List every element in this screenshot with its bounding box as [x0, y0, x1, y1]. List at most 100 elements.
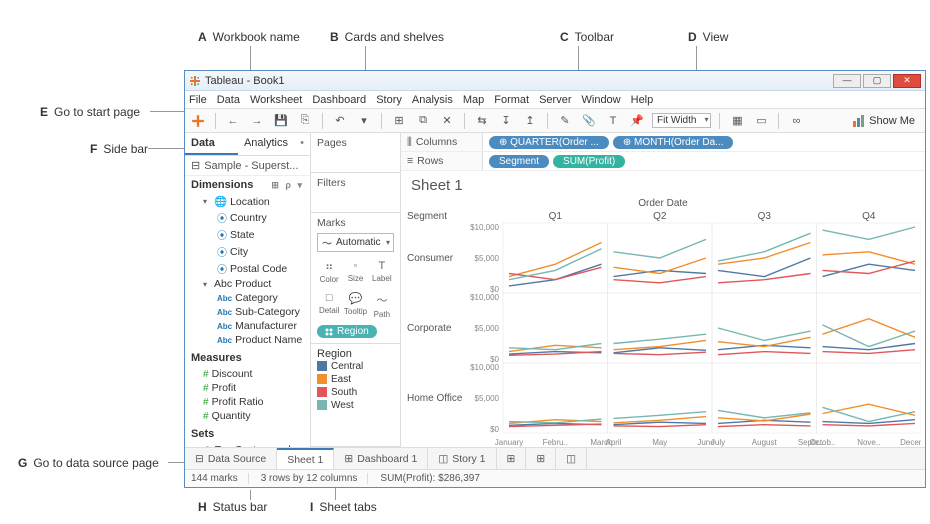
- dimensions-tools-icon[interactable]: ⊞ ρ ▾: [271, 180, 304, 191]
- new-datasource-icon[interactable]: ⎘: [296, 112, 314, 130]
- menu-data[interactable]: Data: [217, 94, 240, 106]
- pin-icon[interactable]: 📌: [628, 112, 646, 130]
- tab-data[interactable]: Data: [185, 133, 238, 155]
- field-item[interactable]: #Profit Ratio: [189, 395, 310, 409]
- labels-icon[interactable]: T: [604, 112, 622, 130]
- color-pill-region[interactable]: Region: [317, 325, 377, 338]
- start-page-icon[interactable]: [189, 112, 207, 130]
- marks-prop-label[interactable]: TLabel: [370, 256, 394, 286]
- undo-icon[interactable]: ↶: [331, 112, 349, 130]
- dim-field[interactable]: ⦿City: [189, 243, 310, 260]
- status-dims: 3 rows by 12 columns: [261, 473, 369, 484]
- svg-text:$5,000: $5,000: [475, 394, 500, 403]
- toolbar: ← → 💾 ⎘ ↶ ▾ ⊞ ⧉ ✕ ⇆ ↧ ↥ ✎ 📎 T 📌 Fit Widt…: [185, 109, 925, 133]
- menu-file[interactable]: File: [189, 94, 207, 106]
- dim-field[interactable]: AbcSub-Category: [189, 305, 310, 319]
- dim-field[interactable]: AbcProduct Name: [189, 333, 310, 347]
- minimize-button[interactable]: —: [833, 74, 861, 88]
- new-dashboard-button[interactable]: ⊞: [526, 448, 556, 469]
- new-sheet-button[interactable]: ⊞: [497, 448, 527, 469]
- menu-dashboard[interactable]: Dashboard: [312, 94, 366, 106]
- legend-item[interactable]: Central: [317, 360, 394, 373]
- maximize-button[interactable]: ▢: [863, 74, 891, 88]
- svg-text:$10,000: $10,000: [470, 223, 499, 232]
- svg-text:Q1: Q1: [549, 211, 563, 222]
- datasource-row[interactable]: ⊟ Sample - Superst...: [185, 156, 310, 176]
- dim-group[interactable]: ▾🌐Location: [189, 194, 310, 209]
- share-icon[interactable]: ∞: [787, 112, 805, 130]
- clear-icon[interactable]: ✕: [438, 112, 456, 130]
- story-tab[interactable]: ◫Story 1: [428, 448, 496, 469]
- annot-e: Go to start page: [54, 105, 140, 119]
- story-icon: ◫: [438, 453, 448, 465]
- row-pill[interactable]: SUM(Profit): [553, 155, 625, 168]
- dim-field[interactable]: AbcCategory: [189, 291, 310, 305]
- chart-canvas: Q1Q2Q3Q4SegmentConsumer$0$5,000$10,000Co…: [401, 209, 921, 447]
- back-icon[interactable]: ←: [224, 112, 242, 130]
- group-icon[interactable]: 📎: [580, 112, 598, 130]
- sort-desc-icon[interactable]: ↥: [521, 112, 539, 130]
- menu-server[interactable]: Server: [539, 94, 571, 106]
- menu-help[interactable]: Help: [631, 94, 654, 106]
- svg-text:Q4: Q4: [862, 211, 876, 222]
- legend-item[interactable]: East: [317, 373, 394, 386]
- marks-type-selector[interactable]: 〜Automatic: [317, 233, 394, 252]
- dim-group[interactable]: ▾AbcProduct: [189, 277, 310, 291]
- swap-icon[interactable]: ⇆: [473, 112, 491, 130]
- highlight-icon[interactable]: ✎: [556, 112, 574, 130]
- svg-text:$5,000: $5,000: [475, 324, 500, 333]
- datasource-icon: ⊟: [191, 159, 200, 172]
- menu-worksheet[interactable]: Worksheet: [250, 94, 302, 106]
- showme-icon: [853, 115, 865, 127]
- view-cards-icon[interactable]: ▦: [728, 112, 746, 130]
- svg-text:Q2: Q2: [653, 211, 667, 222]
- field-item[interactable]: #Quantity: [189, 409, 310, 423]
- annot-c: Toolbar: [575, 30, 614, 44]
- dim-field[interactable]: ⦿State: [189, 226, 310, 243]
- duplicate-icon[interactable]: ⧉: [414, 112, 432, 130]
- close-button[interactable]: ✕: [893, 74, 921, 88]
- sheet1-tab[interactable]: Sheet 1: [277, 448, 334, 469]
- new-worksheet-icon[interactable]: ⊞: [390, 112, 408, 130]
- column-header-date: Order Date: [401, 196, 925, 209]
- marks-prop-color[interactable]: ⠶Color: [317, 256, 341, 286]
- field-item[interactable]: #Discount: [189, 367, 310, 381]
- marks-prop-detail[interactable]: □Detail: [317, 288, 341, 321]
- tab-analytics[interactable]: Analytics: [238, 133, 294, 155]
- filters-card[interactable]: Filters: [311, 173, 400, 213]
- columns-shelf[interactable]: ⫼Columns ⊕ QUARTER(Order ...⊕ MONTH(Orde…: [401, 133, 925, 152]
- marks-prop-tooltip[interactable]: 💬Tooltip: [343, 288, 367, 321]
- marks-prop-size[interactable]: ◦Size: [343, 256, 367, 286]
- dim-field[interactable]: ⦿Country: [189, 209, 310, 226]
- sheet-title[interactable]: Sheet 1: [401, 171, 925, 196]
- save-icon[interactable]: 💾: [272, 112, 290, 130]
- menu-format[interactable]: Format: [494, 94, 529, 106]
- fit-selector[interactable]: Fit Width: [652, 113, 711, 128]
- datasource-tab[interactable]: ⊟Data Source: [185, 448, 277, 469]
- presentation-icon[interactable]: ▭: [752, 112, 770, 130]
- sidebar-pin-icon[interactable]: •: [294, 133, 310, 155]
- status-marks: 144 marks: [191, 473, 249, 484]
- legend-item[interactable]: South: [317, 386, 394, 399]
- marks-card: Marks 〜Automatic ⠶Color◦SizeTLabel□Detai…: [311, 213, 400, 344]
- field-item[interactable]: #Profit: [189, 381, 310, 395]
- new-story-button[interactable]: ◫: [556, 448, 587, 469]
- pages-card[interactable]: Pages: [311, 133, 400, 173]
- show-me-button[interactable]: Show Me: [847, 113, 921, 129]
- forward-icon[interactable]: →: [248, 112, 266, 130]
- marks-prop-path[interactable]: 〜Path: [370, 288, 394, 321]
- menu-window[interactable]: Window: [582, 94, 621, 106]
- rows-shelf[interactable]: ≡Rows SegmentSUM(Profit): [401, 152, 925, 171]
- row-pill[interactable]: Segment: [489, 155, 549, 168]
- dim-field[interactable]: AbcManufacturer: [189, 319, 310, 333]
- menu-story[interactable]: Story: [376, 94, 402, 106]
- dashboard-tab[interactable]: ⊞Dashboard 1: [334, 448, 428, 469]
- menu-map[interactable]: Map: [463, 94, 484, 106]
- column-pill[interactable]: ⊕ MONTH(Order Da...: [613, 136, 734, 149]
- column-pill[interactable]: ⊕ QUARTER(Order ...: [489, 136, 609, 149]
- legend-item[interactable]: West: [317, 399, 394, 412]
- dim-field[interactable]: ⦿Postal Code: [189, 260, 310, 277]
- redo-dropdown-icon[interactable]: ▾: [355, 112, 373, 130]
- sort-asc-icon[interactable]: ↧: [497, 112, 515, 130]
- menu-analysis[interactable]: Analysis: [412, 94, 453, 106]
